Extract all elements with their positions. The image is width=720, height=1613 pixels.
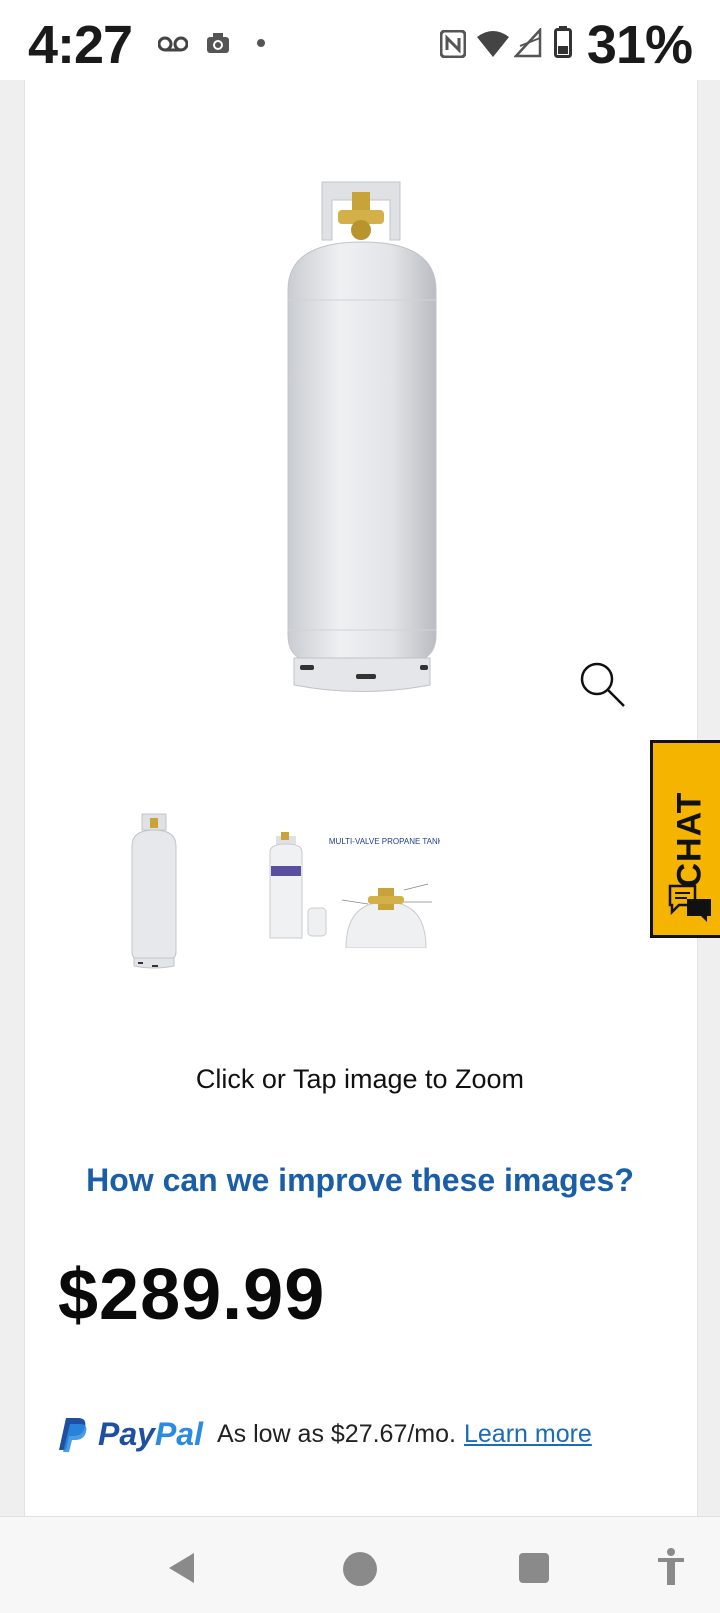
paypal-wordmark-pal: Pal (154, 1415, 203, 1452)
dot-icon (257, 39, 265, 47)
chat-bubble-icon (668, 884, 711, 922)
camera-icon (207, 33, 229, 53)
system-nav-bar (0, 1516, 720, 1613)
thumbnail-multi-valve-diagram[interactable]: MULTI-VALVE PROPANE TANK (268, 830, 440, 948)
thumbnail-propane-tank[interactable] (126, 812, 182, 972)
accessibility-icon[interactable] (656, 1547, 686, 1587)
status-bar: 4:27 31% (0, 0, 720, 80)
page-gutter-left (0, 80, 24, 1516)
signal-icon (514, 28, 542, 58)
battery-icon (554, 26, 572, 58)
nfc-icon (440, 30, 466, 58)
product-price: $289.99 (58, 1255, 326, 1335)
chat-label: CHAT (670, 791, 709, 888)
status-time: 4:27 (28, 15, 133, 75)
battery-percent: 31% (586, 15, 693, 75)
home-icon[interactable] (342, 1551, 378, 1587)
paypal-logo-icon (59, 1418, 87, 1452)
thumbnail-caption: MULTI-VALVE PROPANE TANK (329, 837, 440, 846)
product-main-image[interactable] (270, 180, 460, 715)
voicemail-icon (158, 36, 188, 52)
recents-icon[interactable] (518, 1552, 550, 1584)
paypal-wordmark-pay: Pay (98, 1415, 155, 1452)
improve-images-link[interactable]: How can we improve these images? (24, 1162, 696, 1199)
chat-button[interactable]: CHAT (650, 740, 720, 938)
zoom-hint-text: Click or Tap image to Zoom (195, 1064, 525, 1094)
paypal-wordmark: PayPal (98, 1416, 203, 1453)
paypal-financing-row: PayPal As low as $27.67/mo. Learn more (58, 1410, 592, 1458)
back-icon[interactable] (166, 1551, 198, 1585)
learn-more-link[interactable]: Learn more (464, 1420, 592, 1449)
wifi-icon (477, 31, 509, 57)
paypal-monthly-text: As low as $27.67/mo. (216, 1419, 456, 1448)
magnify-zoom-icon[interactable] (578, 660, 626, 708)
